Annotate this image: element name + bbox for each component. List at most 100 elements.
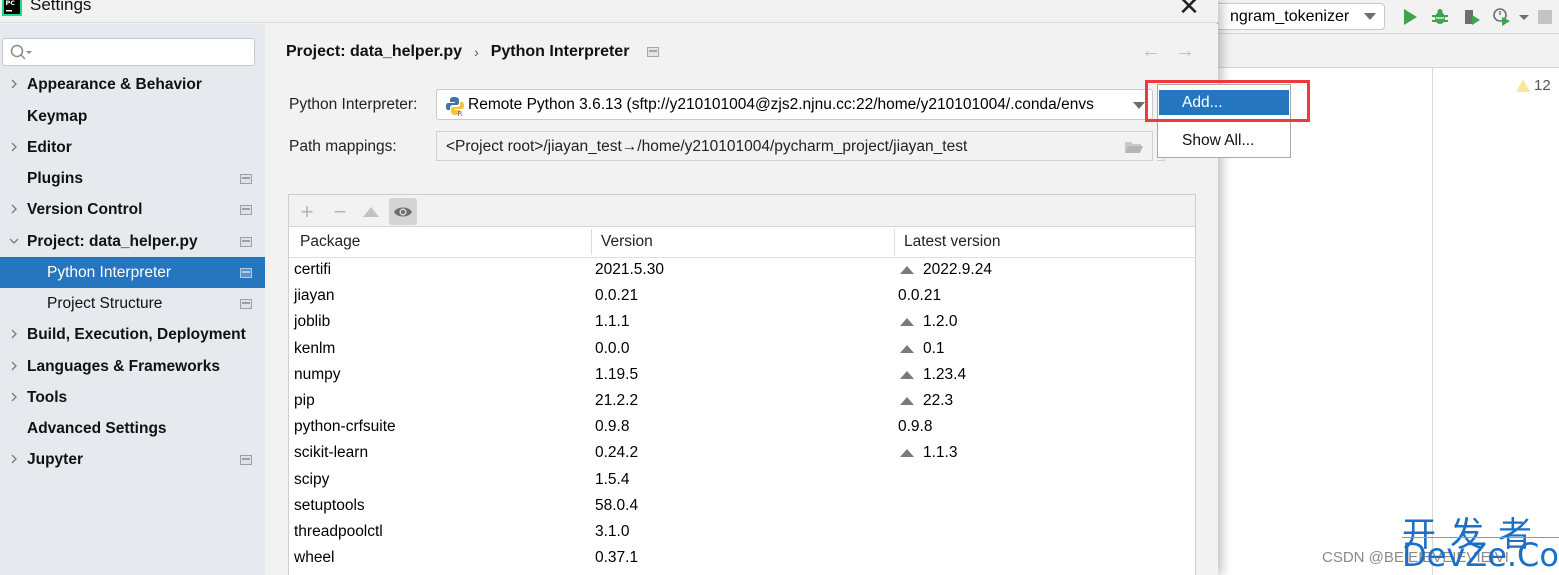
package-version: 0.0.21 xyxy=(595,287,639,305)
table-row[interactable]: certifi 2021.5.30 2022.9.24 xyxy=(289,258,1195,284)
devze-watermark-en: DevZe.CoM xyxy=(1402,537,1559,572)
folder-open-icon[interactable] xyxy=(1124,140,1144,154)
chevron-right-icon[interactable] xyxy=(8,203,20,215)
column-header-version[interactable]: Version xyxy=(601,233,653,251)
sidebar-item[interactable]: Build, Execution, Deployment xyxy=(0,319,265,350)
table-row[interactable]: wheel 0.37.1 xyxy=(289,546,1195,572)
close-button[interactable]: ✕ xyxy=(1172,0,1206,22)
upgrade-available-icon xyxy=(900,449,914,458)
sidebar-item[interactable]: Languages & Frameworks xyxy=(0,351,265,382)
sidebar-item[interactable]: Tools xyxy=(0,382,265,413)
run-config-selector[interactable]: ngram_tokenizer xyxy=(1218,3,1385,30)
sidebar-item[interactable]: Project: data_helper.py xyxy=(0,226,265,257)
table-row[interactable]: pip 21.2.2 22.3 xyxy=(289,389,1195,415)
table-row[interactable]: joblib 1.1.1 1.2.0 xyxy=(289,310,1195,336)
chevron-down-icon xyxy=(1133,102,1145,109)
latest-version-text: 1.1.3 xyxy=(923,444,958,462)
chevron-right-icon[interactable] xyxy=(8,141,20,153)
sidebar-item[interactable]: Version Control xyxy=(0,194,265,225)
sidebar-item[interactable]: Advanced Settings xyxy=(0,413,265,444)
sidebar-item[interactable]: Jupyter xyxy=(0,444,265,475)
chevron-down-icon[interactable] xyxy=(8,235,20,247)
project-level-icon xyxy=(240,237,252,247)
chevron-right-icon[interactable] xyxy=(8,453,20,465)
chevron-right-icon[interactable] xyxy=(8,360,20,372)
run-icon[interactable] xyxy=(1400,7,1420,27)
sidebar-item-label: Project Structure xyxy=(47,294,163,312)
popup-item-show-all[interactable]: Show All... xyxy=(1159,128,1289,153)
sidebar-item[interactable]: Project Structure xyxy=(0,288,265,319)
forward-arrow-icon[interactable]: → xyxy=(1175,40,1195,63)
svg-text:R: R xyxy=(458,110,463,116)
package-latest-version: 0.9.8 xyxy=(898,418,932,436)
package-name: numpy xyxy=(294,365,341,383)
sidebar-item[interactable]: Keymap xyxy=(0,101,265,132)
warning-count: 12 xyxy=(1534,77,1551,94)
title-bar: PC Settings ✕ xyxy=(0,0,1218,23)
latest-version-text: 2022.9.24 xyxy=(923,261,992,278)
sidebar-item-label: Keymap xyxy=(27,107,88,125)
debug-icon[interactable] xyxy=(1430,7,1450,27)
warning-icon xyxy=(1516,79,1530,92)
table-row[interactable]: jiayan 0.0.21 0.0.21 xyxy=(289,284,1195,310)
upgrade-package-button[interactable] xyxy=(357,198,385,225)
column-divider[interactable] xyxy=(591,229,592,255)
packages-table-header: Package Version Latest version xyxy=(289,227,1195,258)
table-row[interactable]: kenlm 0.0.0 0.1 xyxy=(289,337,1195,363)
chevron-right-icon[interactable] xyxy=(8,328,20,340)
package-name: python-crfsuite xyxy=(294,418,396,436)
package-version: 0.9.8 xyxy=(595,418,630,436)
table-row[interactable]: scikit-learn 0.24.2 1.1.3 xyxy=(289,441,1195,467)
table-row[interactable]: numpy 1.19.5 1.23.4 xyxy=(289,363,1195,389)
latest-version-text: 0.0.21 xyxy=(898,287,942,305)
package-version: 2021.5.30 xyxy=(595,261,664,278)
chevron-down-icon xyxy=(1364,13,1376,20)
settings-search-input[interactable] xyxy=(2,38,255,66)
sidebar-item[interactable]: Plugins xyxy=(0,163,265,194)
column-header-latest-version[interactable]: Latest version xyxy=(904,233,1001,251)
install-package-button[interactable]: + xyxy=(293,198,321,225)
settings-dialog: PC Settings ✕ Appearance & Behavior Keyma… xyxy=(0,0,1218,575)
column-header-package[interactable]: Package xyxy=(300,233,360,251)
back-arrow-icon[interactable]: ← xyxy=(1141,40,1161,63)
popup-item-add[interactable]: Add... xyxy=(1159,90,1289,115)
table-row[interactable]: setuptools 58.0.4 xyxy=(289,494,1195,520)
table-row[interactable]: threadpoolctl 3.1.0 xyxy=(289,520,1195,546)
stop-icon[interactable] xyxy=(1538,10,1552,24)
chevron-right-icon[interactable] xyxy=(8,391,20,403)
breadcrumb: Project: data_helper.py › Python Interpr… xyxy=(286,43,660,61)
sidebar-item-label: Languages & Frameworks xyxy=(27,357,220,375)
package-latest-version: 22.3 xyxy=(898,392,953,410)
uninstall-package-button[interactable]: − xyxy=(326,198,354,225)
profile-icon[interactable] xyxy=(1492,7,1512,27)
chevron-right-icon[interactable] xyxy=(8,78,20,90)
latest-version-text: 1.2.0 xyxy=(923,313,958,331)
interpreter-select[interactable]: R Remote Python 3.6.13 (sftp://y21010100… xyxy=(436,89,1153,120)
warning-indicator[interactable]: 12 xyxy=(1516,77,1551,94)
editor-divider xyxy=(1432,68,1433,575)
package-name: setuptools xyxy=(294,496,365,514)
path-mappings-value: <Project root>/jiayan_test→/home/y210101… xyxy=(446,138,968,155)
project-level-icon xyxy=(240,455,252,465)
table-row[interactable]: scipy 1.5.4 xyxy=(289,468,1195,494)
package-name: threadpoolctl xyxy=(294,522,383,540)
breadcrumb-project[interactable]: Project: data_helper.py xyxy=(286,43,462,61)
latest-version-text: 0.9.8 xyxy=(898,418,933,436)
sidebar-item[interactable]: Appearance & Behavior xyxy=(0,69,265,100)
package-name: scikit-learn xyxy=(294,444,369,462)
interpreter-actions-popup: Add... Show All... xyxy=(1157,84,1291,158)
sidebar-item[interactable]: Python Interpreter xyxy=(0,257,265,288)
sidebar-item-label: Plugins xyxy=(27,169,83,187)
packages-panel: + − Package Version Latest version certi… xyxy=(288,194,1196,575)
chevron-down-icon[interactable] xyxy=(1518,7,1530,27)
sidebar-item[interactable]: Editor xyxy=(0,132,265,163)
package-latest-version: 0.0.21 xyxy=(898,287,941,305)
column-divider[interactable] xyxy=(894,229,895,255)
run-config-label: ngram_tokenizer xyxy=(1230,7,1350,25)
packages-toolbar: + − xyxy=(289,195,1195,227)
show-early-releases-toggle[interactable] xyxy=(389,198,417,225)
sidebar-item-label: Project: data_helper.py xyxy=(27,232,198,250)
table-row[interactable]: python-crfsuite 0.9.8 0.9.8 xyxy=(289,415,1195,441)
path-mappings-field[interactable]: <Project root>/jiayan_test→/home/y210101… xyxy=(436,131,1153,161)
coverage-icon[interactable] xyxy=(1462,7,1482,27)
